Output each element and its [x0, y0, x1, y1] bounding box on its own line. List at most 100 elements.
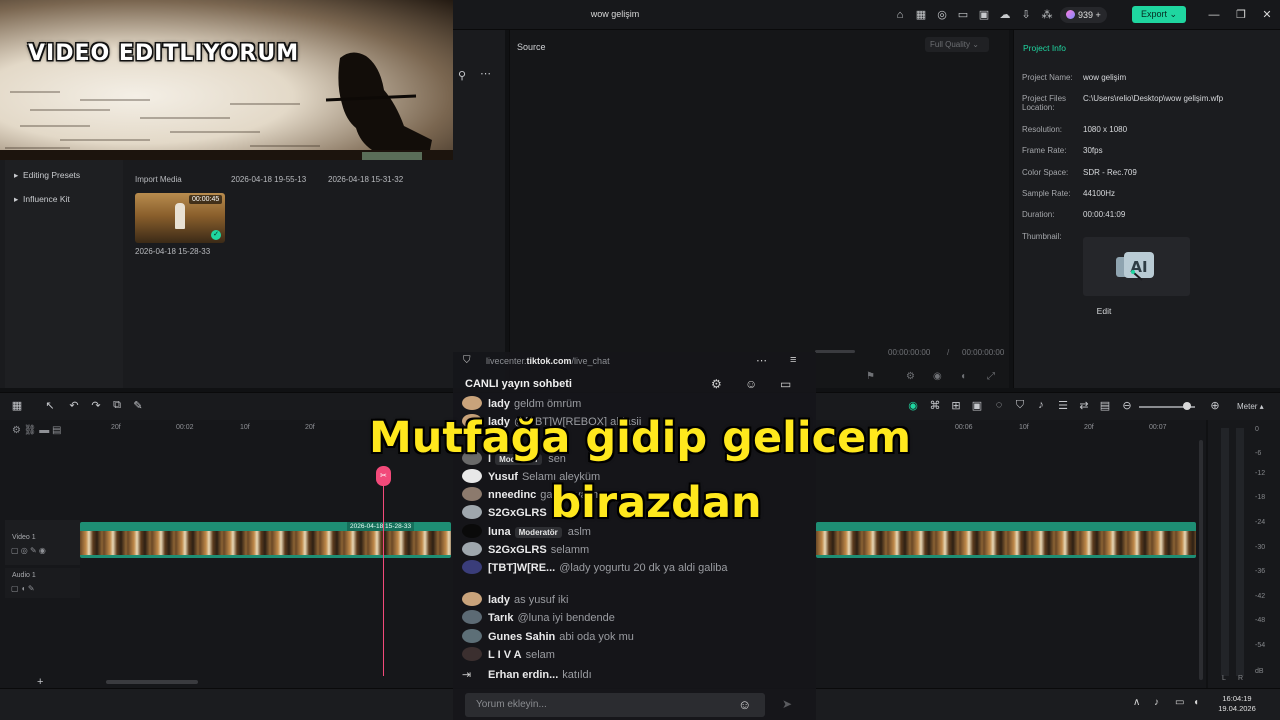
horizontal-scrollbar[interactable] [106, 680, 198, 684]
camera-icon[interactable]: ◉ [933, 371, 942, 382]
preview-progress[interactable] [815, 350, 855, 353]
credits-badge[interactable]: 939 + [1060, 7, 1107, 23]
equalizer-icon[interactable]: ☰ [1056, 399, 1070, 412]
speaker-icon[interactable]: ◖ [1193, 697, 1199, 708]
shield-icon[interactable]: ⛉ [1013, 399, 1027, 412]
split-icon[interactable]: ⊞ [949, 399, 963, 412]
chat-input[interactable]: Yorum ekleyin... [465, 693, 765, 717]
filter-icon[interactable]: ⚲ [458, 69, 466, 82]
quality-select[interactable]: Full Quality ⌄ [925, 37, 989, 52]
meter-scale: -36 [1255, 568, 1266, 575]
track-controls-icon[interactable]: ▢ ◖ ✎ [11, 584, 35, 593]
emoji-icon[interactable]: ☺ [738, 697, 751, 712]
microphone-icon[interactable]: ♪ [1034, 399, 1048, 411]
info-value: 44100Hz [1083, 189, 1116, 198]
network-icon[interactable]: ▭ [1175, 697, 1184, 708]
speed-icon[interactable]: ◌ [992, 399, 1006, 411]
transition-icon[interactable]: ⇄ [1077, 399, 1091, 412]
stream-caption-line1: Mutfağa gidip gelicem [368, 413, 912, 463]
layout-icon[interactable]: ▦ [10, 399, 24, 412]
mix-icon[interactable]: ⌘ [928, 399, 942, 412]
undo-icon[interactable]: ↶ [67, 399, 81, 412]
meter-scale: -48 [1255, 617, 1266, 624]
system-clock[interactable]: 16:04:19 19.04.2026 [1212, 694, 1262, 714]
save-icon[interactable]: ▣ [977, 8, 991, 22]
settings-icon[interactable]: ⚙ [906, 371, 915, 382]
crop-icon[interactable]: ⧉ [110, 399, 124, 412]
source-title: Source [517, 42, 546, 52]
meter-bar-left [1221, 428, 1229, 676]
info-value: SDR - Rec.709 [1083, 168, 1137, 177]
info-label: Duration: [1022, 210, 1055, 219]
image-icon[interactable]: ▣ [970, 399, 984, 412]
chat-message[interactable]: lady as yusuf iki [462, 592, 807, 607]
send-icon[interactable]: ➤ [782, 697, 792, 711]
minimize-icon[interactable]: — [1206, 7, 1222, 23]
chat-message[interactable]: S2GxGLRS selamm [462, 542, 807, 557]
chat-message[interactable]: L I V Aselam [462, 647, 807, 662]
timeline-scrollbar[interactable] [1199, 440, 1203, 680]
settings-icon[interactable]: ⚙ [711, 377, 722, 391]
media-thumb-label: 2026-04-18 15-28-33 [135, 247, 211, 256]
close-icon[interactable]: ✕ [1259, 7, 1275, 23]
zoom-in-icon[interactable]: ⊕ [1208, 399, 1222, 412]
info-label: Project Files Location: [1022, 94, 1067, 112]
volume-icon[interactable]: ◖ [960, 371, 966, 382]
grid-icon[interactable]: ▦ [914, 8, 928, 22]
add-track-icon[interactable]: + [37, 676, 43, 688]
credits-icon [1066, 10, 1075, 19]
meter-scale: -42 [1255, 593, 1266, 600]
users-icon[interactable]: ☺ [745, 377, 757, 391]
redo-icon[interactable]: ↷ [89, 399, 103, 412]
chat-message[interactable]: [TBT]W[RE... @lady yogurtu 20 dk ya aldi … [462, 560, 807, 575]
popout-icon[interactable]: ▭ [780, 377, 791, 391]
webcam-overlay: VIDEO EDITLIYORUM [0, 0, 453, 160]
sidebar-item-influence-kit[interactable]: ▸ Influence Kit [14, 194, 70, 205]
more-icon[interactable]: ⋯ [480, 67, 491, 80]
restore-icon[interactable]: ❐ [1233, 7, 1249, 23]
more-icon[interactable]: ⋯ [756, 354, 767, 367]
marker-icon[interactable]: ⚑ [866, 371, 875, 382]
avatar [462, 592, 482, 606]
project-info-tab[interactable]: Project Info [1023, 43, 1066, 53]
avatar [462, 560, 482, 574]
ai-icon[interactable]: ◉ [906, 399, 920, 412]
info-label: Color Space: [1022, 168, 1069, 177]
chat-message[interactable]: Tarık @luna iyi bendende [462, 610, 807, 625]
import-media-label[interactable]: Import Media [135, 175, 182, 184]
info-label: Frame Rate: [1022, 146, 1067, 155]
meter-toggle[interactable]: Meter ▴ [1237, 402, 1264, 411]
edit-thumbnail-button[interactable]: Edit [1083, 306, 1125, 316]
check-icon: ✓ [211, 230, 221, 240]
info-label: Resolution: [1022, 125, 1063, 134]
track-name: Video 1 [12, 534, 36, 541]
meter-bar-right [1236, 428, 1244, 676]
info-value: 00:00:41:09 [1083, 210, 1126, 219]
cloud-icon[interactable]: ☁ [998, 8, 1012, 22]
apps-icon[interactable]: ⁂ [1040, 8, 1054, 22]
avatar [462, 629, 482, 643]
track-controls-icon[interactable]: ▢ ◎ ✎ ◉ [11, 546, 46, 555]
sidebar-item-editing-presets[interactable]: ▸ Editing Presets [14, 170, 80, 181]
select-icon[interactable]: ↖ [43, 399, 57, 412]
layout-icon[interactable]: ▭ [956, 8, 970, 22]
tag-icon[interactable]: ✎ [131, 399, 145, 412]
zoom-out-icon[interactable]: ⊖ [1120, 399, 1134, 412]
info-value: 30fps [1083, 146, 1103, 155]
chat-message[interactable]: lady geldm ömrüm [462, 396, 807, 411]
gift-icon[interactable]: ⌂ [893, 8, 907, 22]
track-name: Audio 1 [12, 572, 36, 579]
avatar [462, 396, 482, 410]
meter-scale: -30 [1255, 544, 1266, 551]
menu-icon[interactable]: ≡ [790, 354, 796, 366]
tray-chevron-icon[interactable]: ∧ [1133, 697, 1140, 708]
caption-icon[interactable]: ▤ [1098, 399, 1112, 412]
download-icon[interactable]: ⇩ [1019, 8, 1033, 22]
source-preview-panel [509, 30, 1009, 388]
chat-message[interactable]: Gunes Sahin abi oda yok mu [462, 629, 807, 644]
zoom-slider-handle[interactable] [1183, 402, 1191, 410]
export-button[interactable]: Export ⌄ [1132, 6, 1186, 23]
fullscreen-icon[interactable]: ⤢ [987, 371, 995, 382]
share-icon[interactable]: ◎ [935, 8, 949, 22]
microphone-tray-icon[interactable]: ♪ [1154, 697, 1159, 708]
